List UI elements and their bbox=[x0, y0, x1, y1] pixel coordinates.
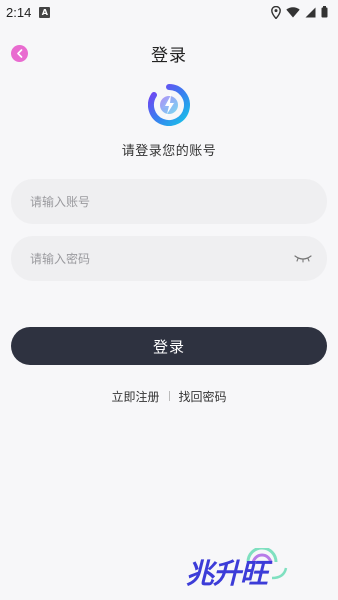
notification-icon: A bbox=[39, 6, 51, 18]
link-divider bbox=[168, 391, 170, 401]
location-icon bbox=[271, 5, 281, 19]
account-field-wrapper bbox=[11, 179, 327, 224]
signal-icon bbox=[305, 7, 316, 17]
status-time: 2:14 bbox=[6, 4, 32, 20]
status-icons bbox=[271, 5, 328, 19]
eye-closed-icon[interactable] bbox=[293, 251, 313, 265]
watermark: 兆升旺 bbox=[186, 548, 291, 592]
account-links: 立即注册 找回密码 bbox=[0, 387, 338, 405]
back-button[interactable] bbox=[11, 45, 28, 62]
app-logo-icon bbox=[148, 84, 190, 126]
chevron-left-icon bbox=[16, 49, 22, 58]
header: 登录 bbox=[0, 38, 338, 68]
password-field-wrapper bbox=[11, 236, 327, 281]
watermark-text: 兆升旺 bbox=[186, 557, 268, 590]
account-input[interactable] bbox=[30, 194, 280, 209]
status-left: 2:14 A bbox=[6, 4, 51, 20]
recover-password-link[interactable]: 找回密码 bbox=[179, 388, 227, 405]
register-link[interactable]: 立即注册 bbox=[111, 388, 159, 405]
page-title: 登录 bbox=[151, 45, 187, 66]
battery-icon bbox=[321, 6, 328, 18]
login-button[interactable]: 登录 bbox=[11, 327, 327, 365]
password-input[interactable] bbox=[30, 251, 280, 266]
status-bar: 2:14 A bbox=[0, 0, 338, 24]
login-subtitle: 请登录您的账号 bbox=[121, 144, 217, 159]
wifi-icon bbox=[286, 6, 300, 17]
